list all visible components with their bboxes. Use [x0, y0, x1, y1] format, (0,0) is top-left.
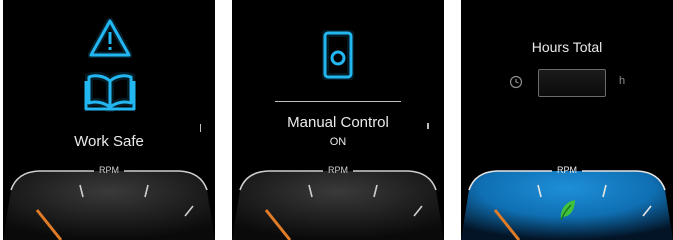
gauge-label: RPM	[557, 165, 577, 175]
clock-icon	[509, 75, 523, 89]
phone-remote-icon	[322, 30, 354, 80]
screen-label: Work Safe	[74, 133, 144, 150]
screen-manual-control: Manual Control ON RPM	[232, 0, 444, 240]
status-value: ON	[329, 136, 347, 148]
divider	[275, 101, 401, 102]
scroll-indicator	[200, 124, 201, 132]
rpm-gauge: RPM	[3, 160, 215, 240]
screen-work-safe: Work Safe RPM	[3, 0, 215, 240]
rpm-gauge-eco: RPM	[461, 160, 673, 240]
hours-display	[538, 69, 606, 97]
open-book-icon	[84, 72, 136, 112]
gauge-label: RPM	[328, 165, 348, 175]
screen-title: Hours Total	[531, 39, 603, 55]
screen-label: Manual Control	[287, 114, 389, 131]
hours-unit: h	[619, 75, 626, 87]
gauge-label: RPM	[99, 165, 119, 175]
scroll-indicator	[427, 123, 429, 129]
rpm-gauge: RPM	[232, 160, 444, 240]
warning-triangle-icon	[88, 18, 132, 58]
screen-hours-total: Hours Total h RPM	[461, 0, 673, 240]
eco-leaf-icon	[560, 200, 575, 221]
